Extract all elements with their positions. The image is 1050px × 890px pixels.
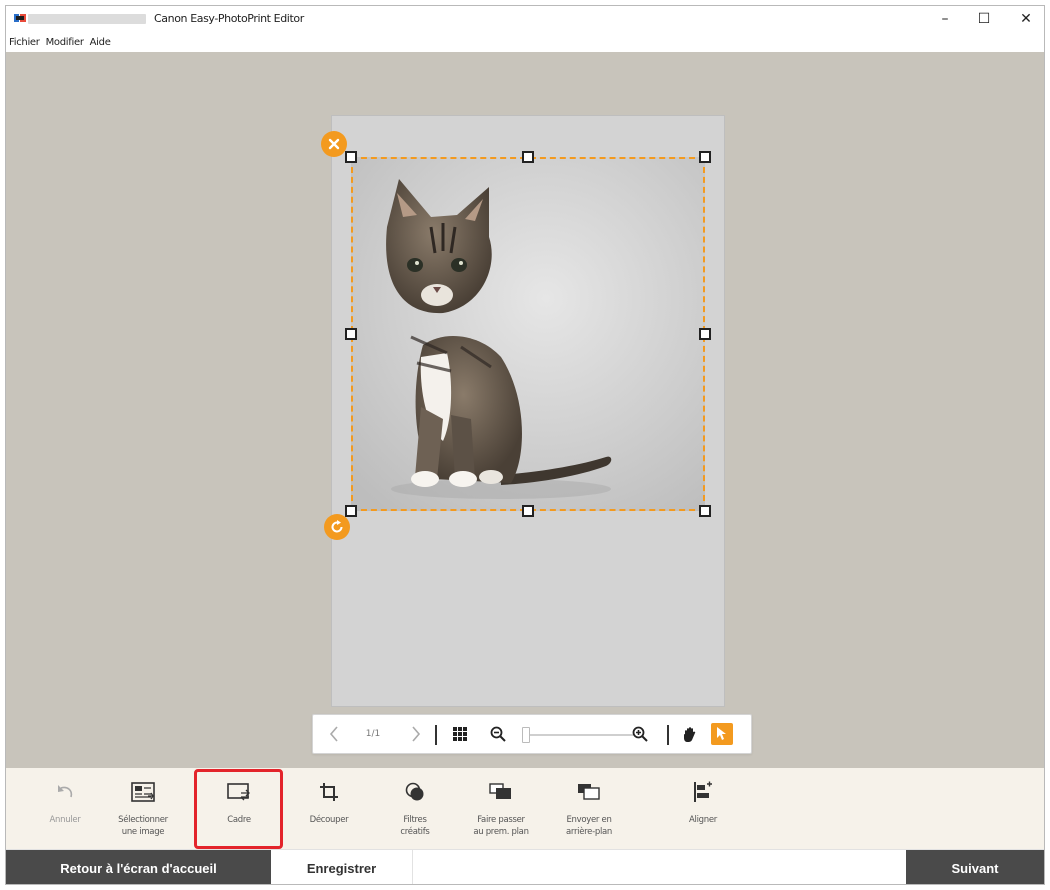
crop-button[interactable]: Découper — [290, 768, 368, 849]
select-image-label: Sélectionner une image — [118, 815, 168, 837]
edit-toolbar: Annuler Sélectionner une image Cadre Déc… — [6, 768, 1044, 849]
zoom-slider-thumb[interactable] — [522, 727, 531, 743]
resize-handle-bottom[interactable] — [522, 505, 534, 517]
pointer-icon[interactable] — [711, 723, 733, 745]
save-button[interactable]: Enregistrer — [271, 850, 413, 884]
resize-handle-bottom-left[interactable] — [345, 505, 357, 517]
bring-to-front-button[interactable]: Faire passer au prem. plan — [462, 768, 540, 849]
close-button[interactable]: ✕ — [1008, 6, 1044, 32]
select-image-button[interactable]: Sélectionner une image — [104, 768, 182, 849]
undo-label: Annuler — [49, 815, 81, 825]
zoom-slider-track[interactable] — [523, 734, 633, 736]
crop-icon — [290, 780, 368, 804]
bring-to-front-icon — [462, 780, 540, 804]
send-to-back-icon — [550, 780, 628, 804]
rotate-icon[interactable] — [324, 514, 350, 540]
chevron-right-icon[interactable] — [403, 715, 429, 753]
separator — [667, 725, 669, 745]
resize-handle-top-left[interactable] — [345, 151, 357, 163]
app-icon — [14, 14, 26, 22]
send-to-back-button[interactable]: Envoyer en arrière-plan — [550, 768, 628, 849]
selection-frame[interactable] — [351, 157, 705, 511]
delete-icon[interactable] — [321, 131, 347, 157]
resize-handle-right[interactable] — [699, 328, 711, 340]
app-window: Canon Easy-PhotoPrint Editor – ☐ ✕ Fichi… — [5, 5, 1045, 885]
bring-to-front-label: Faire passer au prem. plan — [473, 815, 529, 837]
back-to-home-button[interactable]: Retour à l'écran d'accueil — [6, 850, 271, 884]
menu-aide[interactable]: Aide — [90, 37, 111, 48]
send-to-back-label: Envoyer en arrière-plan — [566, 815, 612, 837]
chevron-left-icon[interactable] — [321, 715, 347, 753]
separator — [435, 725, 437, 745]
undo-button[interactable]: Annuler — [26, 768, 104, 849]
zoom-out-icon[interactable] — [485, 715, 511, 753]
window-title: Canon Easy-PhotoPrint Editor — [154, 12, 304, 25]
undo-icon — [26, 780, 104, 804]
menu-fichier[interactable]: Fichier — [9, 37, 40, 48]
menu-modifier[interactable]: Modifier — [46, 37, 84, 48]
action-bar: Retour à l'écran d'accueil Enregistrer S… — [6, 849, 1044, 884]
next-button[interactable]: Suivant — [906, 850, 1044, 884]
align-label: Aligner — [689, 815, 717, 825]
resize-handle-top[interactable] — [522, 151, 534, 163]
creative-filters-button[interactable]: Filtres créatifs — [376, 768, 454, 849]
creative-filters-label: Filtres créatifs — [400, 815, 430, 837]
title-bar: Canon Easy-PhotoPrint Editor – ☐ ✕ — [6, 6, 1044, 32]
canvas-area[interactable]: 1/1 — [6, 52, 1044, 768]
minimize-button[interactable]: – — [927, 6, 963, 32]
resize-handle-left[interactable] — [345, 328, 357, 340]
resize-handle-bottom-right[interactable] — [699, 505, 711, 517]
align-button[interactable]: Aligner — [664, 768, 742, 849]
page-navigation-bar: 1/1 — [312, 714, 752, 754]
align-icon — [664, 780, 742, 804]
crop-label: Découper — [309, 815, 349, 825]
zoom-in-icon[interactable] — [627, 715, 653, 753]
maximize-button[interactable]: ☐ — [966, 6, 1002, 32]
blurred-title-prefix — [28, 14, 146, 24]
page-counter: 1/1 — [365, 729, 381, 739]
select-image-icon — [104, 780, 182, 804]
hand-icon[interactable] — [677, 715, 703, 753]
grid-icon[interactable] — [447, 715, 473, 753]
resize-handle-top-right[interactable] — [699, 151, 711, 163]
creative-filters-icon — [376, 780, 454, 804]
menu-bar: Fichier Modifier Aide — [6, 32, 1044, 52]
highlight-frame-callout — [194, 769, 283, 849]
